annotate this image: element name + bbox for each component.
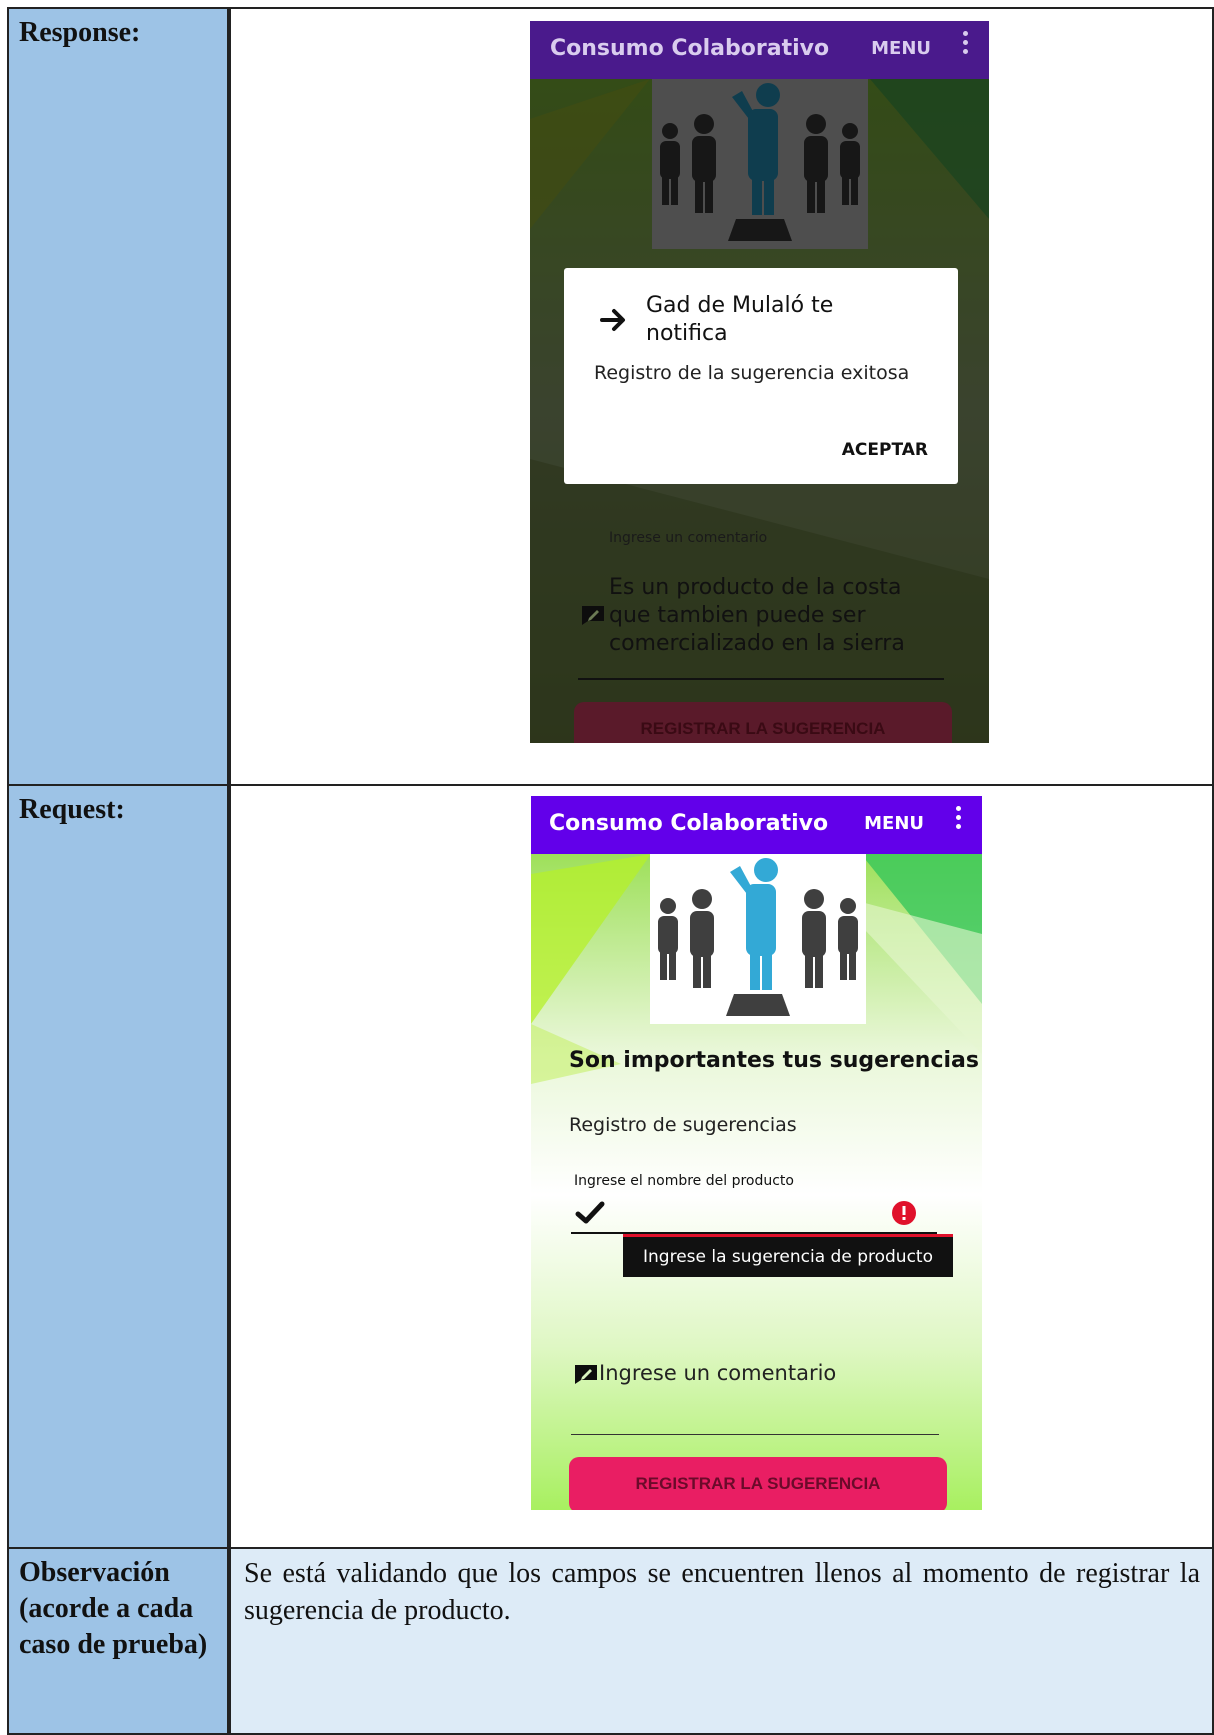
request-appbar: Consumo Colaborativo MENU [531, 796, 982, 854]
observation-text: Se está validando que los campos se encu… [244, 1558, 1200, 1626]
notification-dialog: Gad de Mulaló te notifica Registro de la… [564, 268, 958, 484]
request-subheading: Registro de sugerencias [569, 1114, 797, 1136]
observation-label-cell: Observación (acorde a cada caso de prueb… [7, 1547, 229, 1735]
response-overflow-icon[interactable] [963, 31, 969, 58]
response-comment-label: Ingrese un comentario [609, 530, 768, 546]
test-case-table: Response: Consumo Colaborativo MENU Gad … [7, 7, 1214, 1735]
dialog-accept-button[interactable]: ACEPTAR [842, 440, 928, 460]
comment-edit-icon [582, 606, 604, 625]
request-menu-button[interactable]: MENU [864, 813, 924, 834]
dialog-message: Registro de la sugerencia exitosa [594, 362, 910, 384]
product-name-label: Ingrese el nombre del producto [574, 1173, 794, 1189]
arrow-right-icon [600, 309, 625, 331]
submit-suggestion-button[interactable]: REGISTRAR LA SUGERENCIA [569, 1457, 947, 1510]
request-app-title: Consumo Colaborativo [549, 811, 829, 836]
request-overflow-icon[interactable] [956, 806, 962, 833]
request-screenshot: Consumo Colaborativo MENU Son importante… [531, 796, 982, 1510]
dialog-title: Gad de Mulaló te notifica [646, 293, 834, 346]
comment-edit-icon [575, 1365, 597, 1384]
request-label-cell: Request: [7, 784, 229, 1549]
request-leader-illustration [650, 854, 866, 1024]
leadership-icon [658, 858, 858, 1016]
response-app-title: Consumo Colaborativo [550, 36, 830, 61]
comment-underline [571, 1434, 939, 1435]
response-submit-button[interactable]: REGISTRAR LA SUGERENCIA [574, 702, 952, 743]
response-content-cell: Consumo Colaborativo MENU Gad de Mulaló … [229, 7, 1214, 786]
response-appbar: Consumo Colaborativo MENU [530, 21, 989, 79]
check-icon [575, 1201, 605, 1224]
request-heading: Son importantes tus sugerencias [569, 1048, 979, 1073]
error-tooltip: Ingrese la sugerencia de producto [623, 1237, 953, 1277]
observation-label: Observación (acorde a cada caso de prueb… [19, 1557, 208, 1660]
response-label: Response: [19, 17, 141, 48]
response-screenshot: Consumo Colaborativo MENU Gad de Mulaló … [530, 21, 989, 743]
response-label-cell: Response: [7, 7, 229, 786]
response-comment-value[interactable]: Es un producto de la costa que tambien p… [609, 574, 939, 658]
request-content-cell: Consumo Colaborativo MENU Son importante… [229, 784, 1214, 1549]
comment-input[interactable]: Ingrese un comentario [599, 1361, 836, 1385]
error-icon [892, 1201, 916, 1225]
observation-content-cell: Se está validando que los campos se encu… [229, 1547, 1214, 1735]
response-comment-underline [578, 678, 944, 680]
response-menu-button[interactable]: MENU [871, 38, 931, 59]
request-label: Request: [19, 794, 125, 825]
